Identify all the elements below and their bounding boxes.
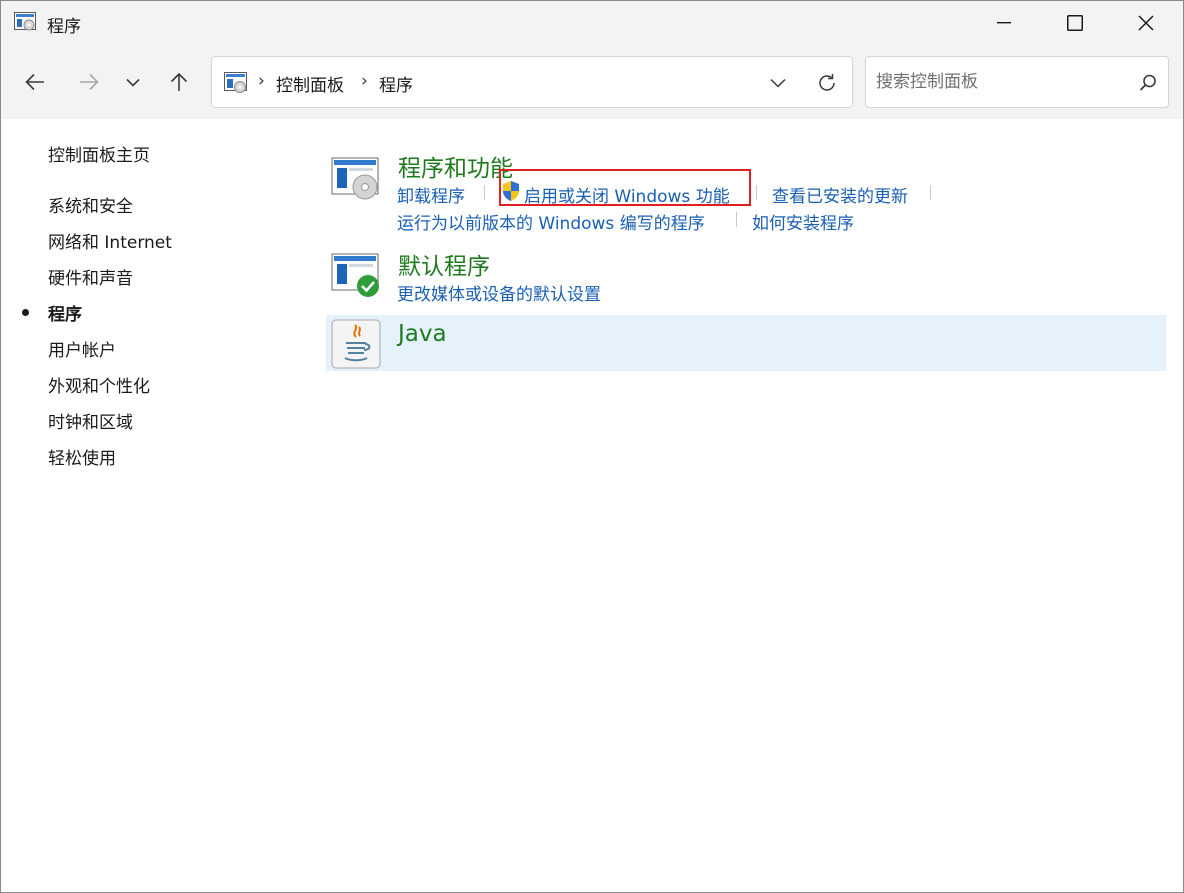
forward-button[interactable]: [73, 65, 105, 99]
control-panel-icon: [224, 72, 248, 94]
refresh-icon: [819, 74, 835, 91]
sidebar-item-system-security[interactable]: 系统和安全: [48, 192, 133, 217]
arrow-up-icon: [170, 72, 188, 91]
sidebar-item-appearance[interactable]: 外观和个性化: [48, 372, 150, 397]
sidebar-item-home[interactable]: 控制面板主页: [48, 141, 150, 166]
search-box[interactable]: [865, 56, 1169, 108]
close-button[interactable]: [1111, 1, 1181, 45]
highlight-annotation-box: [499, 169, 751, 206]
breadcrumb-separator-icon: ›: [361, 71, 368, 91]
category-programs-features: 程序和功能 卸载程序 启用或关闭 Windows 功能 查看已安装的更新 运行为…: [326, 149, 1166, 239]
link-separator: [484, 185, 485, 200]
how-to-install-link[interactable]: 如何安装程序: [752, 209, 854, 234]
refresh-button[interactable]: [814, 70, 840, 96]
address-bar[interactable]: › 控制面板 › 程序: [211, 56, 853, 108]
run-older-programs-link[interactable]: 运行为以前版本的 Windows 编写的程序: [397, 209, 705, 234]
back-button[interactable]: [19, 65, 51, 99]
address-history-button[interactable]: [766, 71, 790, 95]
maximize-icon: [1067, 15, 1083, 31]
sidebar-item-clock-region[interactable]: 时钟和区域: [48, 408, 133, 433]
control-panel-app-icon: [14, 12, 36, 32]
default-programs-icon[interactable]: [331, 253, 381, 303]
view-installed-updates-link[interactable]: 查看已安装的更新: [772, 182, 908, 207]
close-icon: [1138, 15, 1154, 31]
recent-locations-button[interactable]: [117, 65, 149, 99]
sidebar-item-ease-of-access[interactable]: 轻松使用: [48, 444, 116, 469]
sidebar-item-programs[interactable]: 程序: [48, 300, 82, 325]
java-title[interactable]: Java: [398, 321, 447, 347]
default-programs-title[interactable]: 默认程序: [398, 247, 490, 281]
title-bar[interactable]: 程序: [1, 1, 1183, 45]
link-separator: [930, 185, 931, 200]
minimize-button[interactable]: [969, 1, 1039, 45]
arrow-left-icon: [25, 73, 44, 91]
search-input[interactable]: [876, 69, 1126, 95]
sidebar-item-hardware-sound[interactable]: 硬件和声音: [48, 264, 133, 289]
link-separator: [736, 212, 737, 227]
breadcrumb-separator-icon: ›: [258, 71, 265, 91]
java-icon[interactable]: [331, 319, 381, 369]
breadcrumb-control-panel[interactable]: 控制面板: [276, 71, 344, 96]
sidebar-item-network-internet[interactable]: 网络和 Internet: [48, 228, 172, 253]
maximize-button[interactable]: [1040, 1, 1110, 45]
category-default-programs: 默认程序 更改媒体或设备的默认设置: [326, 247, 1166, 307]
link-separator: [756, 185, 757, 200]
window-title: 程序: [47, 17, 81, 37]
arrow-right-icon: [80, 73, 99, 91]
active-item-bullet-icon: [22, 309, 29, 316]
search-icon[interactable]: [1138, 73, 1158, 93]
sidebar: 控制面板主页 系统和安全 网络和 Internet 硬件和声音 程序 用户帐户 …: [1, 119, 301, 879]
programs-features-icon[interactable]: [331, 157, 381, 207]
change-media-defaults-link[interactable]: 更改媒体或设备的默认设置: [397, 280, 601, 305]
main-content: 程序和功能 卸载程序 启用或关闭 Windows 功能 查看已安装的更新 运行为…: [301, 119, 1183, 879]
uninstall-program-link[interactable]: 卸载程序: [397, 182, 465, 207]
chevron-down-icon: [770, 78, 786, 88]
control-panel-window: 程序 › 控制面板 › 程序 搜索控制面板 控制面板主页 系统和安全 网络和 I…: [0, 0, 1184, 893]
chevron-down-icon: [126, 78, 140, 87]
category-java[interactable]: Java: [326, 315, 1166, 371]
breadcrumb-programs[interactable]: 程序: [379, 71, 413, 96]
programs-features-title[interactable]: 程序和功能: [398, 149, 513, 183]
up-button[interactable]: [163, 65, 195, 99]
navigation-bar: › 控制面板 › 程序: [1, 45, 1183, 119]
minimize-icon: [997, 22, 1011, 24]
sidebar-item-user-accounts[interactable]: 用户帐户: [48, 336, 116, 361]
